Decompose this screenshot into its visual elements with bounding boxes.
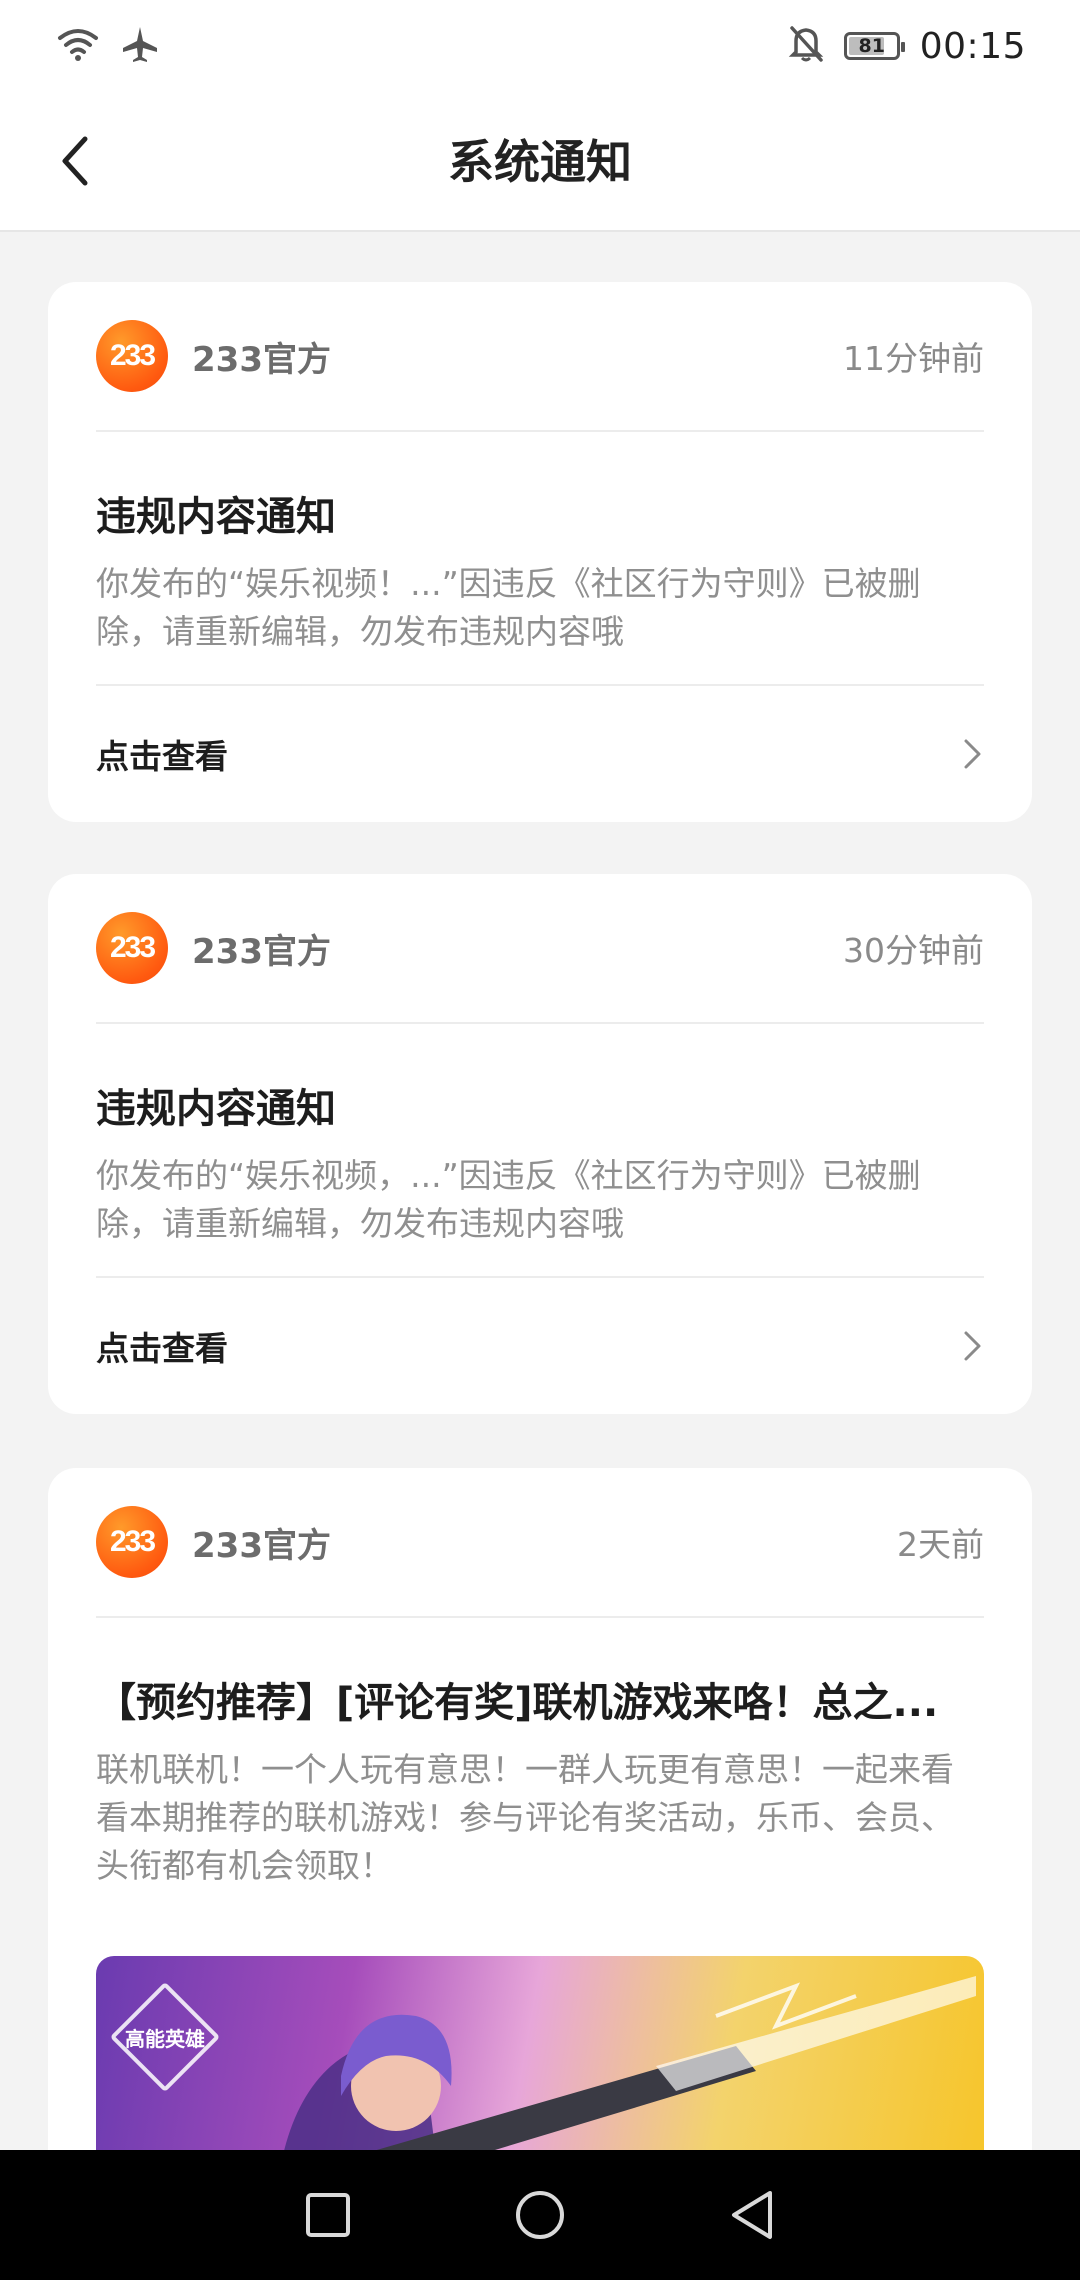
card-header: 233 233官方 30分钟前: [96, 874, 984, 1024]
notification-body: 你发布的“娱乐视频！...”因违反《社区行为守则》已被删除，请重新编辑，勿发布违…: [96, 564, 921, 651]
chevron-right-icon: [964, 1331, 981, 1361]
system-nav-bar: [0, 2150, 1080, 2280]
notification-title: 违规内容通知: [96, 494, 336, 540]
notification-list[interactable]: 233 233官方 11分钟前 违规内容通知 你发布的“娱乐视频！...”因违反…: [0, 234, 1080, 2150]
view-details-row[interactable]: 点击查看: [96, 1276, 984, 1414]
square-icon: [306, 2193, 350, 2237]
battery-level: 81: [858, 35, 885, 57]
battery-icon: 81: [843, 32, 905, 60]
page-title: 系统通知: [448, 135, 632, 189]
notification-time: 2天前: [897, 1525, 984, 1564]
view-details-label: 点击查看: [96, 737, 228, 776]
notification-time: 11分钟前: [843, 339, 984, 378]
notification-title: 违规内容通知: [96, 1086, 336, 1132]
circle-icon: [516, 2191, 564, 2239]
status-bar: 81 00:15: [0, 0, 1080, 92]
sender-name: 233官方: [192, 1525, 331, 1566]
game-logo-text: 高能英雄: [125, 2026, 205, 2051]
view-details-label: 点击查看: [96, 1329, 228, 1368]
back-nav-button[interactable]: [724, 2187, 780, 2243]
card-header: 233 233官方 2天前: [96, 1468, 984, 1618]
triangle-back-icon: [732, 2191, 772, 2239]
home-button[interactable]: [512, 2187, 568, 2243]
game-banner-image[interactable]: 高能英雄: [96, 1956, 984, 2150]
avatar[interactable]: 233: [96, 912, 168, 984]
view-details-row[interactable]: 点击查看: [96, 684, 984, 822]
app-bar: 系统通知: [0, 92, 1080, 232]
notification-card[interactable]: 233 233官方 11分钟前 违规内容通知 你发布的“娱乐视频！...”因违反…: [48, 282, 1032, 822]
avatar[interactable]: 233: [96, 1506, 168, 1578]
chevron-right-icon: [964, 739, 981, 769]
sender-name: 233官方: [192, 931, 331, 972]
notification-title: 【预约推荐】[评论有奖]联机游戏来咯！总之...: [96, 1680, 939, 1726]
wifi-icon: [56, 26, 100, 66]
status-time: 00:15: [919, 25, 1026, 67]
character-illustration: [284, 1976, 976, 2150]
airplane-icon: [120, 24, 160, 68]
recents-button[interactable]: [300, 2187, 356, 2243]
notification-body: 联机联机！一个人玩有意思！一群人玩更有意思！一起来看看本期推荐的联机游戏！参与评…: [96, 1750, 954, 1885]
status-left: [56, 24, 160, 68]
notification-card[interactable]: 233 233官方 30分钟前 违规内容通知 你发布的“娱乐视频，...”因违反…: [48, 874, 1032, 1414]
card-header: 233 233官方 11分钟前: [96, 282, 984, 432]
sender-name: 233官方: [192, 339, 331, 380]
notification-body: 你发布的“娱乐视频，...”因违反《社区行为守则》已被删除，请重新编辑，勿发布违…: [96, 1156, 921, 1243]
notification-card[interactable]: 233 233官方 2天前 【预约推荐】[评论有奖]联机游戏来咯！总之... 联…: [48, 1468, 1032, 2150]
avatar[interactable]: 233: [96, 320, 168, 392]
notification-time: 30分钟前: [843, 931, 984, 970]
status-right: 81 00:15: [788, 24, 1026, 68]
bell-muted-icon: [788, 24, 824, 68]
